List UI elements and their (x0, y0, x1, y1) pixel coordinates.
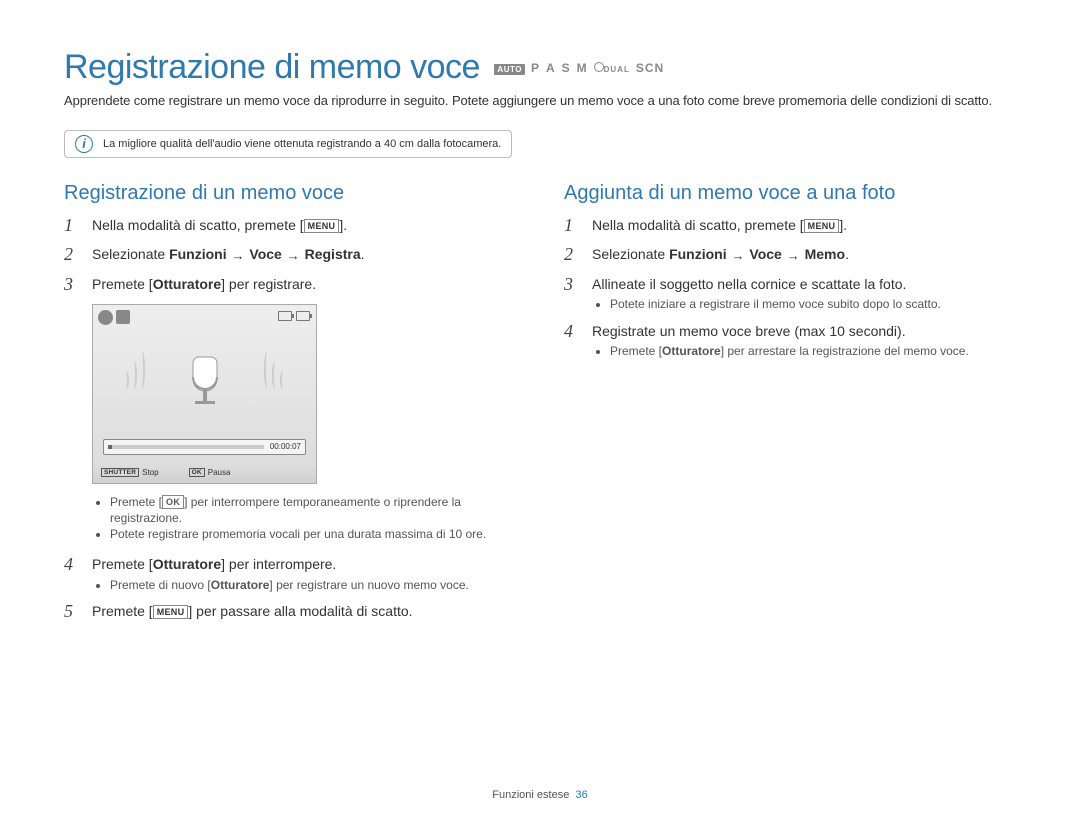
intro-text: Apprendete come registrare un memo voce … (64, 93, 1016, 110)
right-step-4: 4 Registrate un memo voce breve (max 10 … (564, 321, 1016, 359)
step-number: 3 (564, 274, 580, 312)
left-step-1: 1 Nella modalità di scatto, premete [MEN… (64, 215, 516, 237)
battery-icon (278, 311, 292, 321)
step-number: 4 (564, 321, 580, 359)
right-step-1: 1 Nella modalità di scatto, premete [MEN… (564, 215, 1016, 237)
step-number: 4 (64, 554, 80, 592)
left-section-title: Registrazione di un memo voce (64, 182, 516, 205)
left-column: Registrazione di un memo voce 1 Nella mo… (64, 182, 516, 630)
step-number: 1 (564, 215, 580, 237)
mode-icons: AUTO P A S M DUAL SCN (494, 61, 664, 75)
mic-mode-icon (98, 310, 113, 325)
left-step-2: 2 Selezionate Funzioni → Voce → Registra… (64, 244, 516, 266)
left-step-3: 3 Premete [Otturatore] per registrare. (64, 274, 516, 296)
soundwave-right-icon (264, 351, 288, 394)
info-icon: i (75, 135, 93, 153)
arrow-icon: → (287, 248, 300, 263)
lcd-screen-illustration: 00:00:07 SHUTTER Stop OK Pausa (92, 304, 317, 484)
footer: Funzioni estese 36 (0, 789, 1080, 801)
card-icon (116, 310, 130, 324)
footer-section: Funzioni estese (492, 789, 569, 801)
arrow-icon: → (232, 248, 245, 263)
arrow-icon: → (787, 248, 800, 263)
left-step3-bullet2: Potete registrare promemoria vocali per … (110, 526, 516, 542)
page-title: Registrazione di memo voce (64, 48, 480, 87)
right-step4-bullet: Premete [Otturatore] per arrestare la re… (610, 343, 1016, 359)
step-number: 2 (64, 244, 80, 266)
battery-icon (296, 311, 310, 321)
menu-button-label: MENU (153, 605, 189, 620)
mode-dual-icon: DUAL (594, 62, 630, 74)
mode-auto-icon: AUTO (494, 64, 525, 75)
header: Registrazione di memo voce AUTO P A S M … (64, 48, 1016, 87)
right-step-3: 3 Allineate il soggetto nella cornice e … (564, 274, 1016, 312)
soundwave-left-icon (121, 351, 145, 394)
left-step3-bullet1: Premete [OK] per interrompere temporanea… (110, 494, 516, 526)
step-number: 3 (64, 274, 80, 296)
right-column: Aggiunta di un memo voce a una foto 1 Ne… (564, 182, 1016, 630)
ok-label: OK (189, 468, 205, 477)
right-section-title: Aggiunta di un memo voce a una foto (564, 182, 1016, 205)
mode-s-icon: S (562, 61, 571, 75)
lcd-pause-hint: OK Pausa (189, 468, 231, 477)
progress-bar: 00:00:07 (103, 439, 306, 455)
menu-button-label: MENU (804, 219, 840, 234)
mode-p-icon: P (531, 61, 540, 75)
lcd-stop-hint: SHUTTER Stop (101, 468, 159, 477)
step-number: 2 (564, 244, 580, 266)
note-text: La migliore qualità dell'audio viene ott… (103, 138, 501, 150)
right-step3-bullet: Potete iniziare a registrare il memo voc… (610, 296, 1016, 312)
page-number: 36 (575, 789, 587, 801)
left-step-4: 4 Premete [Otturatore] per interrompere.… (64, 554, 516, 592)
right-step-2: 2 Selezionate Funzioni → Voce → Memo. (564, 244, 1016, 266)
mode-a-icon: A (546, 61, 556, 75)
elapsed-time: 00:00:07 (270, 442, 301, 451)
arrow-icon: → (732, 248, 745, 263)
note-box: i La migliore qualità dell'audio viene o… (64, 130, 512, 158)
ok-button-label: OK (162, 495, 184, 510)
menu-button-label: MENU (304, 219, 340, 234)
mode-scn-icon: SCN (636, 61, 664, 75)
mode-m-icon: M (577, 61, 588, 75)
left-step-5: 5 Premete [MENU] per passare alla modali… (64, 601, 516, 623)
shutter-label: SHUTTER (101, 468, 139, 477)
step-number: 1 (64, 215, 80, 237)
microphone-icon (185, 353, 225, 418)
left-step4-bullet: Premete di nuovo [Otturatore] per regist… (110, 577, 516, 593)
step-number: 5 (64, 601, 80, 623)
